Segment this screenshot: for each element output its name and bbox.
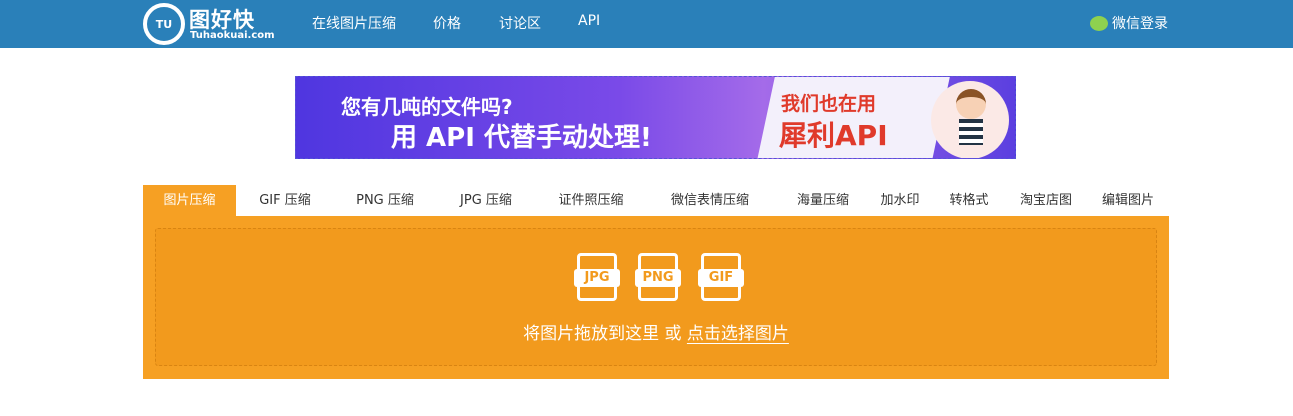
compress-panel: JPG PNG GIF 将图片拖放到这里 或 点击选择图片 bbox=[143, 216, 1169, 379]
character-body bbox=[959, 119, 983, 145]
select-image-link[interactable]: 点击选择图片 bbox=[687, 324, 789, 344]
tab-gif-compress[interactable]: GIF 压缩 bbox=[245, 185, 325, 216]
banner-line1: 您有几吨的文件吗? bbox=[341, 95, 513, 119]
tab-edit-image[interactable]: 编辑图片 bbox=[1093, 185, 1163, 216]
gif-file-icon: GIF bbox=[698, 253, 744, 301]
top-nav: TU 图好快 Tuhaokuai.com 在线图片压缩 价格 讨论区 API 微… bbox=[0, 0, 1293, 48]
banner-line2: 用 API 代替手动处理! bbox=[391, 123, 652, 153]
tab-watermark[interactable]: 加水印 bbox=[872, 185, 928, 216]
api-ad-banner[interactable]: 您有几吨的文件吗? 用 API 代替手动处理! 我们也在用 犀利API bbox=[295, 76, 1016, 159]
tab-bulk-compress[interactable]: 海量压缩 bbox=[788, 185, 858, 216]
png-label: PNG bbox=[635, 269, 681, 287]
drop-text: 将图片拖放到这里 或 bbox=[523, 324, 687, 344]
logo[interactable]: TU 图好快 Tuhaokuai.com bbox=[143, 1, 275, 46]
drop-zone[interactable]: JPG PNG GIF 将图片拖放到这里 或 点击选择图片 bbox=[155, 228, 1157, 366]
tab-wechat-sticker-compress[interactable]: 微信表情压缩 bbox=[655, 185, 765, 216]
logo-url: Tuhaokuai.com bbox=[190, 30, 275, 41]
gif-label: GIF bbox=[698, 269, 744, 287]
jpg-file-icon: JPG bbox=[574, 253, 620, 301]
nav-api[interactable]: API bbox=[578, 13, 600, 29]
banner-line3: 我们也在用 bbox=[781, 93, 877, 115]
tab-image-compress[interactable]: 图片压缩 bbox=[143, 185, 236, 216]
wechat-icon bbox=[1090, 15, 1108, 31]
nav-pricing[interactable]: 价格 bbox=[433, 13, 461, 33]
logo-mark: TU bbox=[143, 3, 185, 45]
nav-online-compress[interactable]: 在线图片压缩 bbox=[312, 13, 396, 33]
drop-instructions: 将图片拖放到这里 或 点击选择图片 bbox=[156, 319, 1156, 344]
banner-line4: 犀利API bbox=[779, 119, 888, 152]
wechat-login-button[interactable]: 微信登录 bbox=[1090, 13, 1168, 33]
character-head bbox=[956, 89, 986, 119]
login-label: 微信登录 bbox=[1112, 16, 1168, 32]
tab-convert-format[interactable]: 转格式 bbox=[941, 185, 997, 216]
jpg-label: JPG bbox=[574, 269, 620, 287]
tab-jpg-compress[interactable]: JPG 压缩 bbox=[446, 185, 526, 216]
tab-png-compress[interactable]: PNG 压缩 bbox=[345, 185, 425, 216]
png-file-icon: PNG bbox=[635, 253, 681, 301]
tab-id-photo-compress[interactable]: 证件照压缩 bbox=[546, 185, 636, 216]
nav-forum[interactable]: 讨论区 bbox=[499, 13, 541, 33]
tab-taobao-images[interactable]: 淘宝店图 bbox=[1011, 185, 1081, 216]
